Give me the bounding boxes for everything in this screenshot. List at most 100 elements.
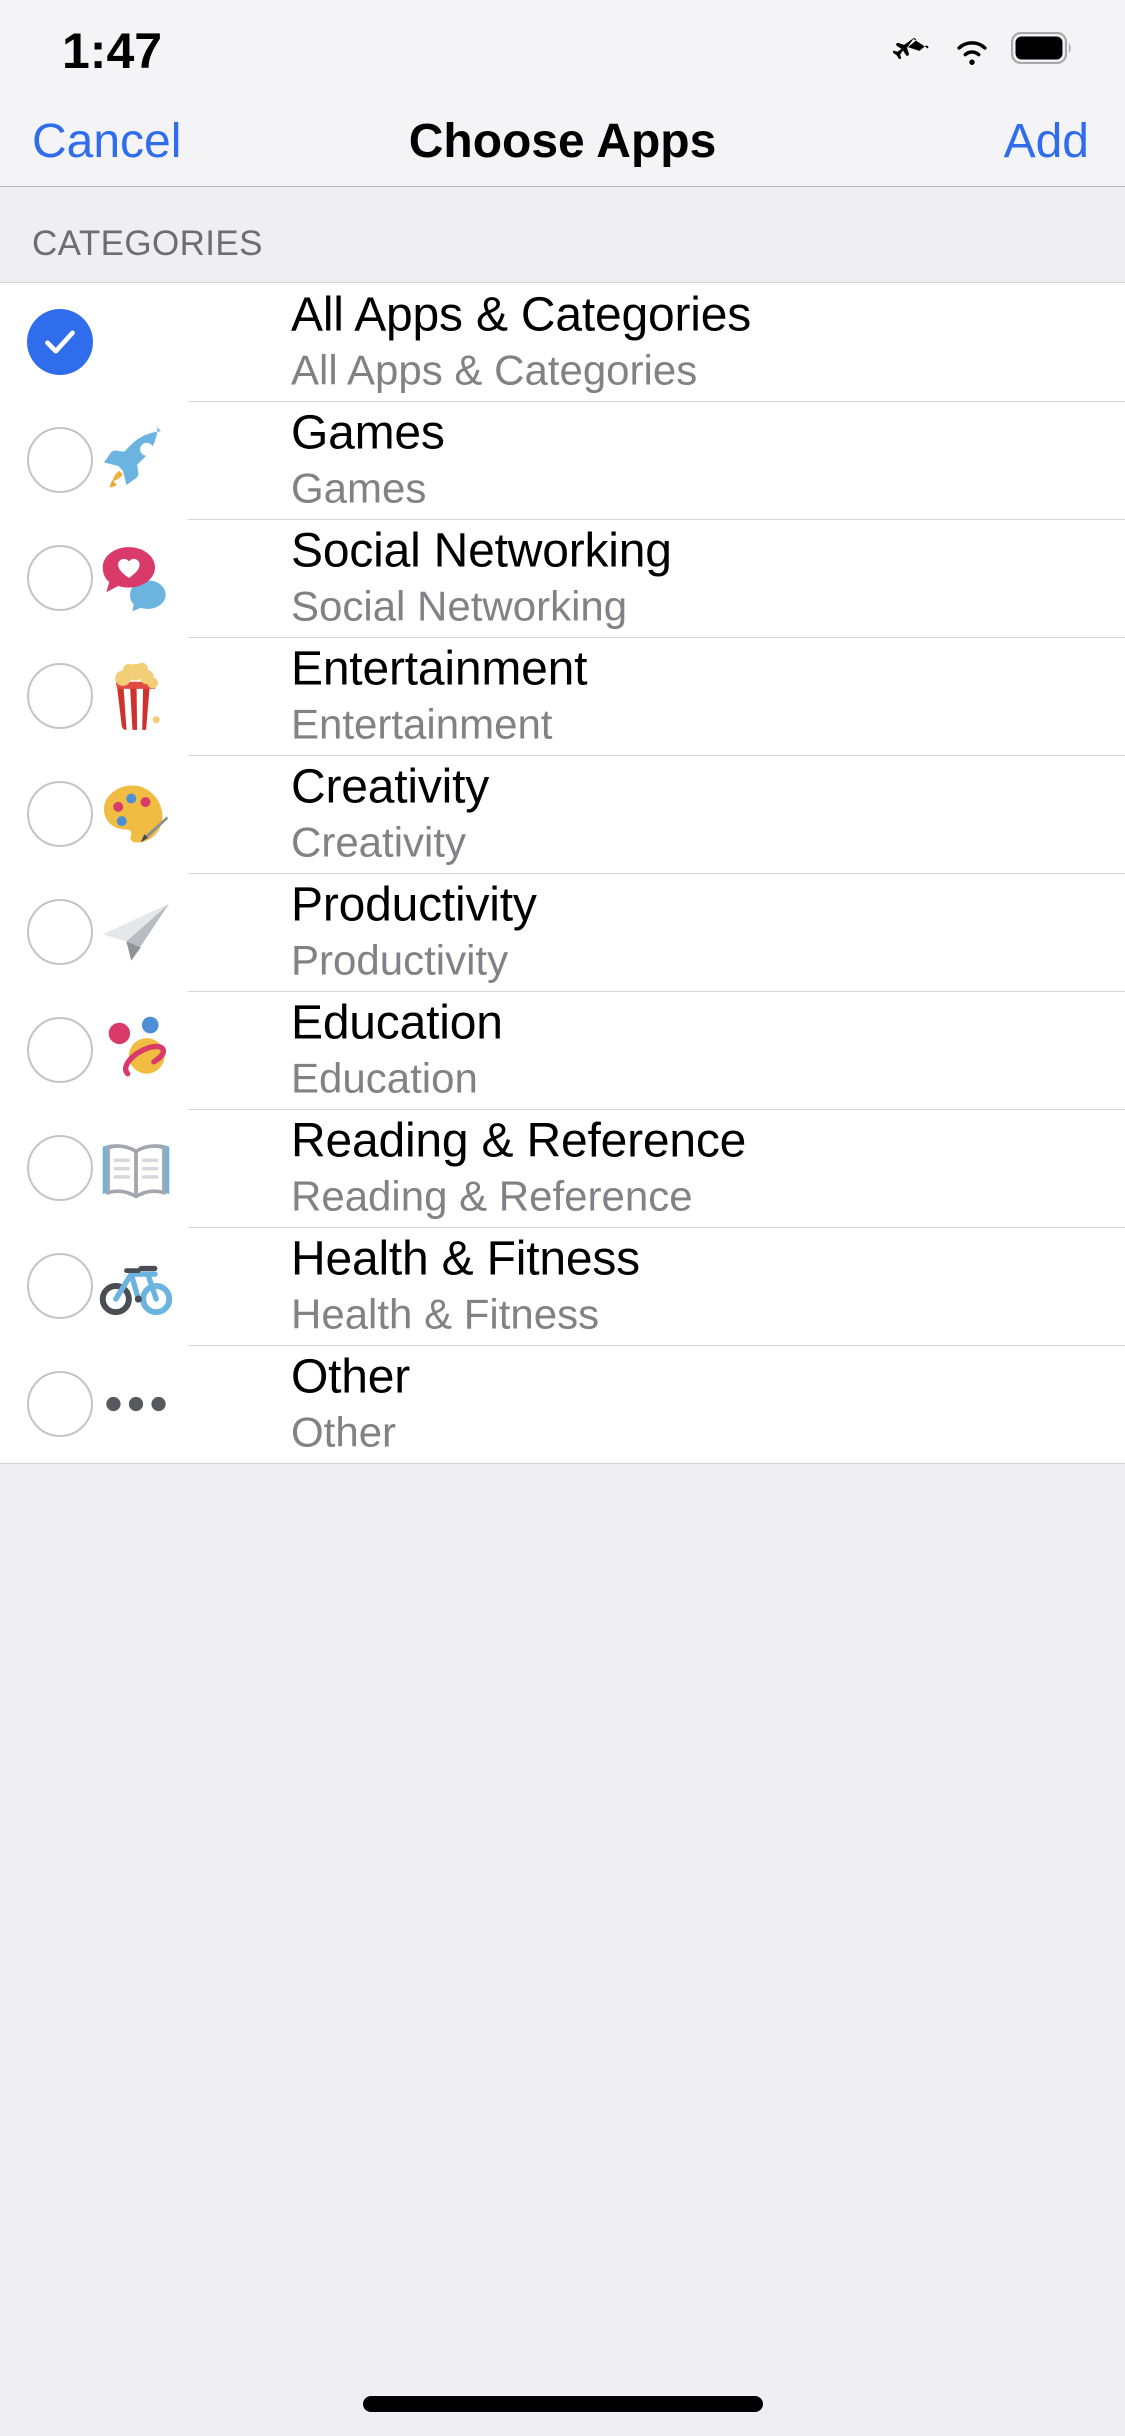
section-header-label: CATEGORIES [32,224,263,263]
home-indicator[interactable] [362,2396,763,2412]
empty-circle-icon [27,1135,93,1201]
empty-circle-icon [27,899,93,965]
palette-icon [97,775,175,853]
ellipsis-icon [106,1396,166,1412]
selection-empty-control[interactable] [27,1017,93,1083]
row-separator [188,637,1125,638]
chat-heart-icon [97,539,175,617]
paper-plane-icon [102,903,170,961]
bottom-safe-area [0,2258,1125,2436]
category-row[interactable]: Creativity Creativity [0,755,1125,873]
selection-empty-control[interactable] [27,781,93,847]
category-title: Social Networking [291,524,672,578]
empty-circle-icon [27,545,93,611]
selection-empty-control[interactable] [27,1253,93,1319]
checkmark-icon [27,309,93,375]
selection-empty-control[interactable] [27,1371,93,1437]
category-subtitle: Creativity [291,818,467,866]
category-row[interactable]: Social Networking Social Networking [0,519,1125,637]
empty-circle-icon [27,427,93,493]
page-title: Choose Apps [408,115,717,168]
categories-list: All Apps & Categories All Apps & Categori… [0,283,1125,1464]
screen: 1:47 Cancel Choose Apps Add CATEGORIES A… [0,0,1125,2436]
category-title: Productivity [291,878,537,932]
row-separator [188,1345,1125,1346]
row-text-block: All Apps & Categories All Apps & Categori… [291,289,1105,394]
category-subtitle: Social Networking [291,582,628,630]
status-bar: 1:47 [0,0,1125,96]
category-row[interactable]: All Apps & Categories All Apps & Categori… [0,283,1125,401]
open-book-icon [102,1144,170,1199]
row-text-block: Social Networking Social Networking [291,525,1105,630]
palette-icon [103,785,169,843]
row-text-block: Creativity Creativity [291,761,1105,866]
category-subtitle: Education [291,1054,478,1102]
category-title: All Apps & Categories [291,288,752,342]
row-text-block: Games Games [291,407,1105,512]
rocket-icon [103,425,161,488]
category-title: Entertainment [291,642,588,696]
category-row[interactable]: Entertainment Entertainment [0,637,1125,755]
row-text-block: Health & Fitness Health & Fitness [291,1233,1105,1338]
category-subtitle: Other [291,1408,397,1456]
open-book-icon [97,1129,175,1207]
category-row[interactable]: Reading & Reference Reading & Reference [0,1109,1125,1227]
row-separator [188,755,1125,756]
row-text-block: Reading & Reference Reading & Reference [291,1115,1105,1220]
category-subtitle: Games [291,464,427,512]
popcorn-icon [115,662,160,730]
row-separator [188,519,1125,520]
empty-circle-icon [27,1253,93,1319]
airplane-mode-icon [889,26,933,70]
category-row[interactable]: Health & Fitness Health & Fitness [0,1227,1125,1345]
battery-icon [1011,32,1073,64]
category-subtitle: Productivity [291,936,509,984]
empty-circle-icon [27,663,93,729]
section-header-categories: CATEGORIES [0,187,1125,283]
row-separator [188,1227,1125,1228]
selection-empty-control[interactable] [27,899,93,965]
row-separator [188,1109,1125,1110]
row-separator [188,873,1125,874]
paper-plane-icon [97,893,175,971]
row-separator [188,401,1125,402]
planet-icon [97,1011,175,1089]
category-row[interactable]: Productivity Productivity [0,873,1125,991]
selection-empty-control[interactable] [27,545,93,611]
chat-heart-icon [102,547,166,612]
empty-circle-icon [27,781,93,847]
selection-checked-control[interactable] [27,309,93,375]
row-text-block: Education Education [291,997,1105,1102]
ellipsis-icon [97,1365,175,1443]
status-time: 1:47 [62,23,163,79]
category-row[interactable]: Other Other [0,1345,1125,1463]
selection-empty-control[interactable] [27,1135,93,1201]
category-subtitle: Entertainment [291,700,553,748]
wifi-icon [951,27,993,69]
popcorn-icon [97,657,175,735]
category-title: Other [291,1350,411,1404]
empty-circle-icon [27,1017,93,1083]
planet-icon [108,1016,166,1077]
row-text-block: Entertainment Entertainment [291,643,1105,748]
category-subtitle: Reading & Reference [291,1172,693,1220]
category-title: Reading & Reference [291,1114,747,1168]
category-title: Creativity [291,760,490,814]
row-separator [188,991,1125,992]
category-title: Health & Fitness [291,1232,640,1286]
category-row[interactable]: Games Games [0,401,1125,519]
bicycle-icon [99,1265,173,1316]
category-subtitle: All Apps & Categories [291,346,698,394]
category-row[interactable]: Education Education [0,991,1125,1109]
category-title: Games [291,406,445,460]
add-button[interactable]: Add [1004,96,1089,187]
row-text-block: Other Other [291,1351,1105,1456]
empty-circle-icon [27,1371,93,1437]
status-indicators [889,26,1073,70]
row-text-block: Productivity Productivity [291,879,1105,984]
selection-empty-control[interactable] [27,427,93,493]
category-icon-placeholder [97,303,175,381]
rocket-icon [97,421,175,499]
bicycle-icon [97,1247,175,1325]
selection-empty-control[interactable] [27,663,93,729]
